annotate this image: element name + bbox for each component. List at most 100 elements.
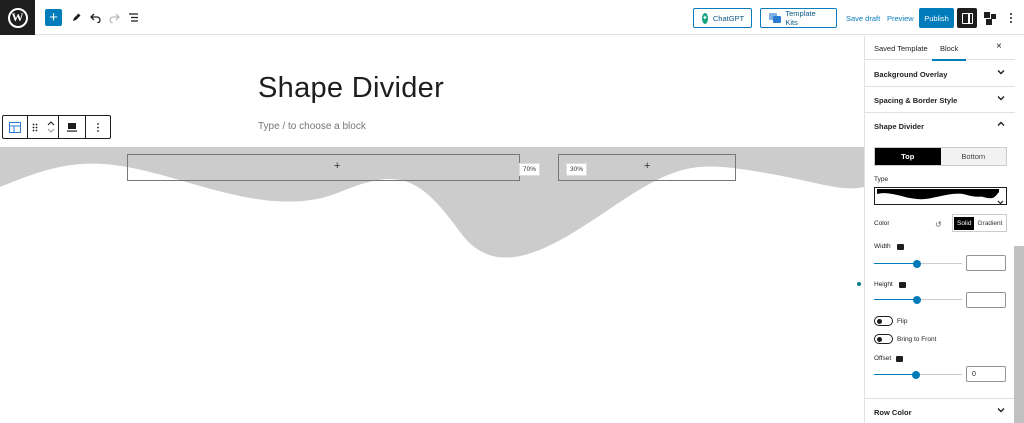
align-icon [67, 122, 78, 132]
offset-slider[interactable] [874, 370, 962, 379]
shape-type-select[interactable] [874, 187, 1007, 205]
pencil-icon [72, 13, 80, 21]
position-top-button[interactable]: Top [875, 148, 941, 165]
redo-button[interactable] [108, 9, 120, 26]
add-block-in-column-button[interactable]: + [334, 160, 340, 172]
desktop-icon[interactable] [897, 244, 904, 250]
offset-label: Offset [874, 355, 892, 362]
sidebar-icon [961, 12, 973, 24]
template-kits-label: Template Kits [785, 9, 816, 27]
document-overview-button[interactable] [127, 9, 139, 26]
panel-spacing-border[interactable]: Spacing & Border Style [865, 87, 1015, 113]
template-kits-icon [769, 13, 782, 23]
panel-title: Row Color [874, 408, 912, 417]
wordpress-logo-button[interactable]: W [0, 0, 35, 35]
list-view-icon [128, 13, 138, 22]
save-draft-button[interactable]: Save draft [846, 14, 880, 23]
flip-label: Flip [897, 318, 908, 325]
bring-to-front-label: Bring to Front [897, 336, 937, 343]
block-placeholder[interactable]: Type / to choose a block [258, 121, 366, 132]
settings-sidebar: Saved Template Block × Background Overla… [864, 36, 1024, 423]
chevron-up-down-icon [47, 121, 54, 133]
undo-icon [89, 13, 101, 23]
bring-to-front-toggle[interactable] [874, 334, 893, 344]
redo-icon [108, 13, 120, 23]
publish-button[interactable]: Publish [919, 8, 954, 28]
more-vertical-icon [1010, 13, 1012, 23]
slider-fill [874, 299, 917, 300]
column-block-left[interactable]: + [127, 154, 520, 181]
close-sidebar-button[interactable]: × [996, 41, 1002, 52]
editor-topbar: W + ✦ ChatGPT Template Kits Save draft P… [0, 0, 1024, 35]
slider-fill [874, 374, 917, 375]
add-block-in-column-button[interactable]: + [644, 160, 650, 172]
blocks-icon [983, 11, 996, 25]
reset-icon[interactable]: ↺ [935, 220, 942, 229]
add-block-button[interactable]: + [45, 9, 62, 26]
width-slider[interactable] [874, 259, 962, 268]
slider-handle[interactable] [913, 295, 921, 304]
drag-icon [32, 123, 38, 131]
block-options-button[interactable] [86, 116, 110, 138]
wordpress-icon: W [7, 7, 28, 28]
move-up-down-button[interactable] [43, 116, 60, 138]
slider-handle[interactable] [913, 259, 921, 268]
patterns-button[interactable] [980, 8, 1000, 28]
template-kits-button[interactable]: Template Kits [760, 8, 837, 28]
post-title[interactable]: Shape Divider [258, 72, 444, 105]
undo-button[interactable] [89, 9, 101, 26]
desktop-icon[interactable] [899, 282, 906, 288]
chatgpt-icon: ✦ [702, 12, 708, 24]
panel-title: Background Overlay [874, 70, 948, 79]
tab-saved-template[interactable]: Saved Template [874, 44, 928, 53]
color-gradient-button[interactable]: Gradient [974, 220, 1005, 227]
color-mode-toggle: Solid Gradient [952, 214, 1007, 232]
chevron-up-icon [997, 120, 1005, 128]
chevron-down-icon [997, 94, 1005, 102]
settings-sidebar-toggle[interactable] [957, 8, 977, 28]
block-toolbar [2, 115, 111, 139]
block-editor: W + ✦ ChatGPT Template Kits Save draft P… [0, 0, 1024, 423]
editor-canvas[interactable]: Shape Divider Type / to choose a block + [0, 36, 864, 423]
layout-icon [8, 121, 21, 133]
options-menu-button[interactable] [1001, 8, 1021, 28]
column-width-badge: 70% [519, 163, 541, 176]
align-button[interactable] [59, 116, 87, 138]
color-label: Color [874, 220, 890, 227]
width-input[interactable] [966, 255, 1006, 271]
height-label: Height [874, 281, 893, 288]
height-input[interactable] [966, 292, 1006, 308]
slider-handle[interactable] [912, 370, 920, 379]
tab-block[interactable]: Block [931, 44, 967, 61]
sidebar-tabs: Saved Template Block × [865, 36, 1015, 61]
chevron-down-icon [997, 193, 1004, 211]
edit-tools-button[interactable] [70, 9, 82, 26]
panel-title: Shape Divider [874, 122, 925, 131]
desktop-icon[interactable] [896, 356, 903, 362]
type-label: Type [874, 176, 889, 183]
more-vertical-icon [97, 122, 99, 132]
width-label: Width [874, 243, 891, 250]
drag-handle[interactable] [28, 116, 43, 138]
divider-position-toggle: Top Bottom [874, 147, 1007, 166]
chatgpt-label: ChatGPT [712, 13, 745, 23]
chevron-down-icon [997, 406, 1005, 414]
panel-shape-divider[interactable]: Shape Divider [865, 113, 1015, 139]
column-width-badge: 30% [566, 163, 588, 176]
preview-button[interactable]: Preview [887, 14, 914, 23]
panel-row-color[interactable]: Row Color [865, 398, 1015, 423]
chatgpt-button[interactable]: ✦ ChatGPT [693, 8, 752, 28]
panel-background-overlay[interactable]: Background Overlay [865, 61, 1015, 87]
color-solid-button[interactable]: Solid [954, 216, 975, 230]
offset-input[interactable]: 0 [966, 366, 1006, 382]
height-slider[interactable] [874, 295, 962, 304]
block-type-button[interactable] [3, 116, 28, 138]
indicator-dot [857, 282, 861, 286]
slider-fill [874, 263, 917, 264]
wave-shape-preview [877, 189, 999, 200]
position-bottom-button[interactable]: Bottom [940, 148, 1006, 165]
chevron-down-icon [997, 68, 1005, 76]
panel-title: Spacing & Border Style [874, 96, 958, 105]
sidebar-scrollbar[interactable] [1014, 246, 1024, 423]
flip-toggle[interactable] [874, 316, 893, 326]
